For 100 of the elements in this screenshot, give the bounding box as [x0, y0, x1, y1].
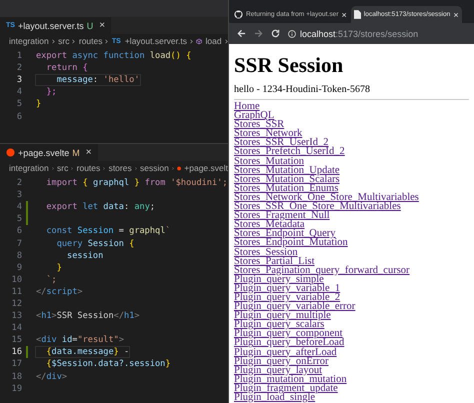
nav-link[interactable]: Stores_Pagination_query_forward_cursor [234, 266, 410, 275]
nav-link[interactable]: Home [234, 102, 260, 112]
line-number: 4 [16, 87, 22, 98]
line-number: 7 [16, 238, 22, 249]
line-number: 2 [16, 63, 22, 74]
nav-link[interactable]: Stores_Metadata [234, 220, 305, 230]
chevron-icon [52, 38, 56, 44]
nav-link[interactable]: GraphQL [234, 111, 274, 120]
nav-link[interactable]: Stores_Session [234, 248, 298, 257]
line-number: 5 [16, 99, 22, 110]
line-number: 9 [16, 262, 22, 273]
code-line: `; [45, 274, 57, 285]
nav-link[interactable]: Plugin_fragment_update [234, 384, 338, 393]
breadcrumb-item[interactable]: routes [78, 36, 102, 46]
breadcrumb-item[interactable]: src [57, 163, 68, 173]
line-number: 15 [10, 335, 22, 346]
nav-link[interactable]: Plugin_query_simple [234, 274, 324, 284]
nav-link[interactable]: Stores_Mutation_Enums [234, 184, 338, 193]
nav-link[interactable]: Plugin_query_multiple [234, 311, 331, 320]
nav-link[interactable]: Plugin_query_onError [234, 356, 328, 366]
reload-icon[interactable] [271, 29, 280, 38]
line-number: 14 [10, 323, 22, 334]
github-icon [234, 10, 243, 19]
nav-link[interactable]: Stores_Prefetch_UserId_2 [234, 147, 345, 157]
nav-link[interactable]: Stores_SSR_UserId_2 [234, 138, 329, 148]
chevron-icon [72, 38, 76, 44]
chevron-icon [190, 38, 194, 44]
nav-link[interactable]: Stores_Mutation [234, 156, 304, 166]
line-number: 4 [16, 202, 22, 212]
line-number: 3 [16, 190, 22, 200]
nav-link[interactable]: Plugin_mutation_mutation [234, 374, 347, 384]
nav-link[interactable]: Stores_Mutation_Update [234, 166, 340, 175]
code-line: {$Session.data?.session} [45, 359, 171, 370]
line-number: 3 [16, 75, 22, 86]
breadcrumb-item[interactable]: src [58, 36, 70, 46]
code-line: }; [45, 87, 57, 98]
editor-tab[interactable]: +page.svelte M × [0, 144, 98, 161]
line-number: 6 [16, 112, 22, 122]
info-icon [288, 30, 296, 38]
code-line: const Session = graphql` [45, 226, 171, 236]
code-line: <h1>SSR Session</h1> [36, 311, 140, 322]
line-number: 10 [10, 274, 22, 285]
nav-link[interactable]: Stores_Fragment_Null [234, 211, 330, 220]
code-line: } [56, 262, 62, 273]
result-text: hello - 1234-Houdini-Token-5678 [234, 84, 370, 95]
breadcrumb-item[interactable]: stores [108, 163, 132, 173]
line-number: 6 [16, 226, 22, 236]
breadcrumb-item[interactable]: integration [9, 36, 49, 46]
code-line: query Session { [56, 238, 134, 249]
nav-link[interactable]: Plugin_load_single [234, 393, 316, 402]
line-number: 13 [10, 311, 22, 322]
back-icon[interactable] [237, 29, 246, 38]
code-line: export async function load() { [36, 51, 192, 62]
nav-link[interactable]: Plugin_query_beforeLoad [234, 338, 344, 348]
line-number: 18 [10, 372, 22, 382]
line-number: 19 [10, 384, 22, 394]
breadcrumb-item[interactable]: +page.svelt [184, 163, 228, 173]
line-number: 5 [16, 214, 22, 224]
line-number: 12 [10, 298, 22, 309]
nav-link[interactable]: Stores_SSR [234, 120, 284, 130]
nav-link[interactable]: Stores_Partial_List [234, 256, 314, 266]
nav-link[interactable]: Plugin_query_component [234, 329, 342, 338]
line-number: 17 [10, 359, 22, 370]
nav-link[interactable]: Stores_Endpoint_Mutation [234, 238, 348, 248]
line-number: 8 [16, 250, 22, 261]
breadcrumb-item[interactable]: load [206, 36, 222, 46]
code-line: } [36, 99, 42, 110]
forward-icon[interactable] [254, 29, 263, 38]
breadcrumb-item[interactable]: routes [76, 163, 100, 173]
breadcrumb-item[interactable]: integration [9, 163, 49, 173]
nav-link[interactable]: Plugin_query_layout [234, 366, 322, 375]
nav-link[interactable]: Plugin_query_variable_error [234, 302, 356, 312]
nav-link[interactable]: Stores_Mutation_Scalars [234, 174, 340, 184]
code-line: return { [45, 63, 88, 74]
nav-link[interactable]: Plugin_query_afterLoad [234, 348, 337, 357]
code-line: <div id="result"> [36, 335, 124, 346]
code-line: {data.message} - [36, 347, 130, 358]
code-line: message: 'hello' [36, 75, 140, 86]
page-heading: SSR Session [234, 53, 344, 78]
nav-link[interactable]: Plugin_query_scalars [234, 320, 324, 330]
breadcrumb-item[interactable]: +layout.server.ts [124, 36, 187, 46]
page-icon [354, 10, 361, 19]
code-line: session [66, 250, 104, 261]
line-number: 16 [10, 347, 22, 358]
line-number: 11 [10, 286, 22, 297]
code-line: </div> [36, 372, 68, 382]
chevron-icon [105, 38, 109, 44]
nav-link[interactable]: Stores_SSR_One_Store_Multivariables [234, 202, 401, 212]
nav-link[interactable]: Stores_Endpoint_Query [234, 229, 336, 238]
svelte-icon [6, 148, 15, 157]
nav-link[interactable]: Plugin_query_variable_1 [234, 284, 340, 293]
code-line: </script> [36, 286, 83, 297]
line-number: 2 [16, 178, 22, 188]
line-number: 1 [16, 51, 22, 62]
nav-link[interactable]: Stores_Network [234, 129, 302, 138]
code-line: export let data: any; [45, 202, 156, 212]
nav-link[interactable]: Plugin_query_variable_2 [234, 292, 340, 302]
nav-link[interactable]: Stores_Network_One_Store_Multivariables [234, 192, 419, 202]
cube-icon [196, 36, 203, 46]
breadcrumb-item[interactable]: session [140, 163, 169, 173]
